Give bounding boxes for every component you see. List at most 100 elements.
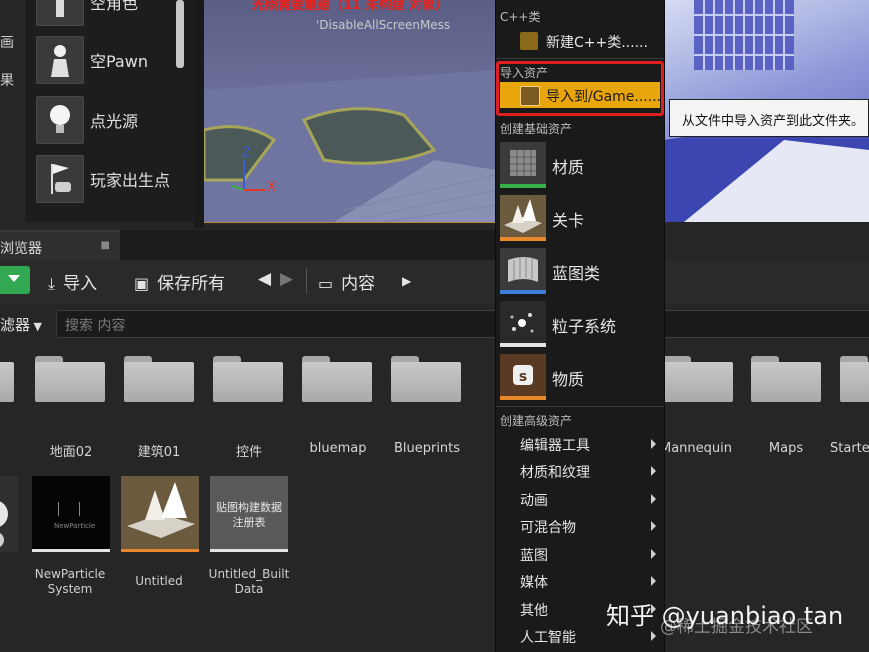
folder-tile[interactable] bbox=[663, 356, 733, 402]
menu-section-basic: 创建基础资产 bbox=[500, 122, 573, 136]
viewport-scene bbox=[204, 70, 496, 222]
search-input[interactable]: 搜索 内容 bbox=[56, 310, 869, 338]
save-icon: ▣ bbox=[134, 274, 150, 293]
toolbar-separator bbox=[306, 268, 307, 294]
asset-type-strip bbox=[500, 290, 546, 294]
menu-submenu-animation[interactable]: 动画 bbox=[500, 486, 660, 512]
arrow-right-icon: ▶ bbox=[280, 269, 294, 289]
menu-item-label: 蓝图 bbox=[520, 548, 548, 564]
folder-label: 控件 bbox=[235, 445, 262, 460]
folder-tile[interactable] bbox=[0, 356, 14, 402]
tab-content-browser[interactable]: 浏览器 ■ bbox=[0, 230, 120, 262]
chevron-right-icon bbox=[651, 494, 656, 504]
asset-label: NewParticle System bbox=[34, 567, 106, 596]
disable-screen-messages: 'DisableAllScreenMess bbox=[316, 18, 451, 32]
folder-tile[interactable] bbox=[751, 356, 821, 402]
menu-item-level[interactable]: 关卡 bbox=[500, 195, 658, 243]
close-tab-icon[interactable]: ■ bbox=[101, 240, 110, 251]
asset-tile[interactable] bbox=[0, 476, 18, 552]
substance-icon: s bbox=[500, 354, 546, 400]
place-actors-list: 空角色 空Pawn 点光源 玩家出生点 bbox=[26, 0, 194, 222]
chevron-down-icon bbox=[8, 275, 20, 282]
pawn-icon bbox=[36, 36, 84, 84]
menu-submenu-editor-utilities[interactable]: 编辑器工具 bbox=[500, 431, 660, 457]
place-item-character[interactable]: 空角色 bbox=[36, 0, 186, 26]
filter-bar: 滤器 ▼ 搜索 内容 bbox=[0, 310, 869, 338]
asset-tile-particle-system[interactable]: NewParticle bbox=[32, 476, 110, 552]
watermark: 知乎 @yuanbiao tan bbox=[606, 602, 844, 630]
menu-item-material[interactable]: 材质 bbox=[500, 142, 658, 190]
add-new-button[interactable] bbox=[0, 266, 30, 294]
menu-submenu-media[interactable]: 媒体 bbox=[500, 568, 660, 594]
arrow-left-icon: ◀ bbox=[258, 269, 272, 289]
panel-divider bbox=[194, 0, 204, 228]
level-icon bbox=[500, 195, 546, 241]
filters-button[interactable]: 滤器 ▼ bbox=[0, 314, 42, 335]
tooltip-text: 从文件中导入资产到此文件夹。 bbox=[682, 114, 865, 129]
folder-tile[interactable] bbox=[124, 356, 194, 402]
axis-z-label: Z bbox=[242, 146, 251, 161]
level-viewport[interactable]: 光照需要重建（11 未构建 对象） 'DisableAllScreenMess … bbox=[204, 0, 496, 223]
place-item-player-start[interactable]: 玩家出生点 bbox=[36, 155, 186, 203]
asset-label: Untitled bbox=[135, 574, 183, 588]
place-item-pawn[interactable]: 空Pawn bbox=[36, 36, 186, 84]
chevron-right-icon bbox=[651, 576, 656, 586]
folder-tile[interactable] bbox=[840, 356, 869, 402]
menu-submenu-blendables[interactable]: 可混合物 bbox=[500, 513, 660, 539]
cpp-class-icon bbox=[520, 32, 538, 50]
menu-item-label: 其他 bbox=[520, 603, 548, 619]
save-all-button[interactable]: ▣ 保存所有 bbox=[134, 269, 225, 294]
menu-section-cpp: C++类 bbox=[500, 10, 541, 24]
place-panel-gutter: 画 果 bbox=[0, 0, 26, 228]
folder-label: Maps bbox=[768, 441, 804, 456]
nav-forward-button[interactable]: ▶ bbox=[280, 269, 293, 289]
menu-item-label: 蓝图类 bbox=[552, 264, 601, 283]
asset-tile-built-data[interactable]: 贴图构建数据注册表 bbox=[210, 476, 288, 552]
level-icon bbox=[127, 482, 195, 538]
axis-x-label: X bbox=[267, 180, 276, 195]
folder-label: 地面02 bbox=[49, 445, 93, 460]
menu-item-label: 新建C++类...... bbox=[546, 35, 648, 51]
path-content-button[interactable]: ▭ 内容 bbox=[318, 269, 375, 294]
content-browser-toolbar: ⤓ 导入 ▣ 保存所有 ◀ ▶ ▭ 内容 ▶ bbox=[0, 260, 869, 304]
menu-item-label: 编辑器工具 bbox=[520, 438, 590, 454]
folder-label: Blueprints bbox=[393, 441, 461, 456]
folder-label: Starte bbox=[830, 441, 869, 456]
folder-tile[interactable] bbox=[213, 356, 283, 402]
asset-type-bar bbox=[32, 549, 110, 552]
asset-type-strip bbox=[500, 396, 546, 400]
place-item-point-light[interactable]: 点光源 bbox=[36, 96, 186, 144]
path-label: 内容 bbox=[341, 274, 376, 294]
menu-item-label: 动画 bbox=[520, 493, 548, 509]
place-list-scrollbar[interactable] bbox=[176, 0, 184, 68]
menu-item-substance[interactable]: s 物质 bbox=[500, 354, 658, 402]
menu-item-label: 粒子系统 bbox=[552, 317, 617, 336]
menu-submenu-blueprints[interactable]: 蓝图 bbox=[500, 541, 660, 567]
save-all-label: 保存所有 bbox=[157, 274, 226, 294]
folder-label: 建筑01 bbox=[137, 445, 181, 460]
tab-title: 浏览器 bbox=[0, 241, 42, 257]
asset-type-bar bbox=[121, 549, 199, 552]
folder-tile[interactable] bbox=[302, 356, 372, 402]
content-browser-tabbar: 浏览器 ■ bbox=[0, 230, 500, 262]
menu-item-particle-system[interactable]: 粒子系统 bbox=[500, 301, 658, 349]
asset-tile-level[interactable] bbox=[121, 476, 199, 552]
menu-submenu-materials-textures[interactable]: 材质和纹理 bbox=[500, 458, 660, 484]
chevron-right-icon bbox=[651, 439, 656, 449]
folder-tile[interactable] bbox=[35, 356, 105, 402]
menu-section-advanced: 创建高级资产 bbox=[500, 414, 573, 428]
particle-system-icon bbox=[500, 301, 546, 347]
menu-item-blueprint-class[interactable]: 蓝图类 bbox=[500, 248, 658, 296]
blueprint-class-icon bbox=[500, 248, 546, 294]
chevron-right-icon bbox=[651, 466, 656, 476]
asset-type-strip bbox=[500, 237, 546, 241]
path-next-arrow[interactable]: ▶ bbox=[402, 274, 411, 288]
import-button[interactable]: ⤓ 导入 bbox=[48, 269, 97, 294]
chevron-right-icon: ▶ bbox=[402, 274, 412, 288]
nav-back-button[interactable]: ◀ bbox=[258, 269, 271, 289]
folder-tile[interactable] bbox=[391, 356, 461, 402]
place-item-label: 点光源 bbox=[90, 112, 139, 131]
place-item-label: 空Pawn bbox=[90, 52, 148, 71]
menu-item-new-cpp-class[interactable]: 新建C++类...... bbox=[500, 28, 660, 54]
chevron-right-icon bbox=[651, 521, 656, 531]
